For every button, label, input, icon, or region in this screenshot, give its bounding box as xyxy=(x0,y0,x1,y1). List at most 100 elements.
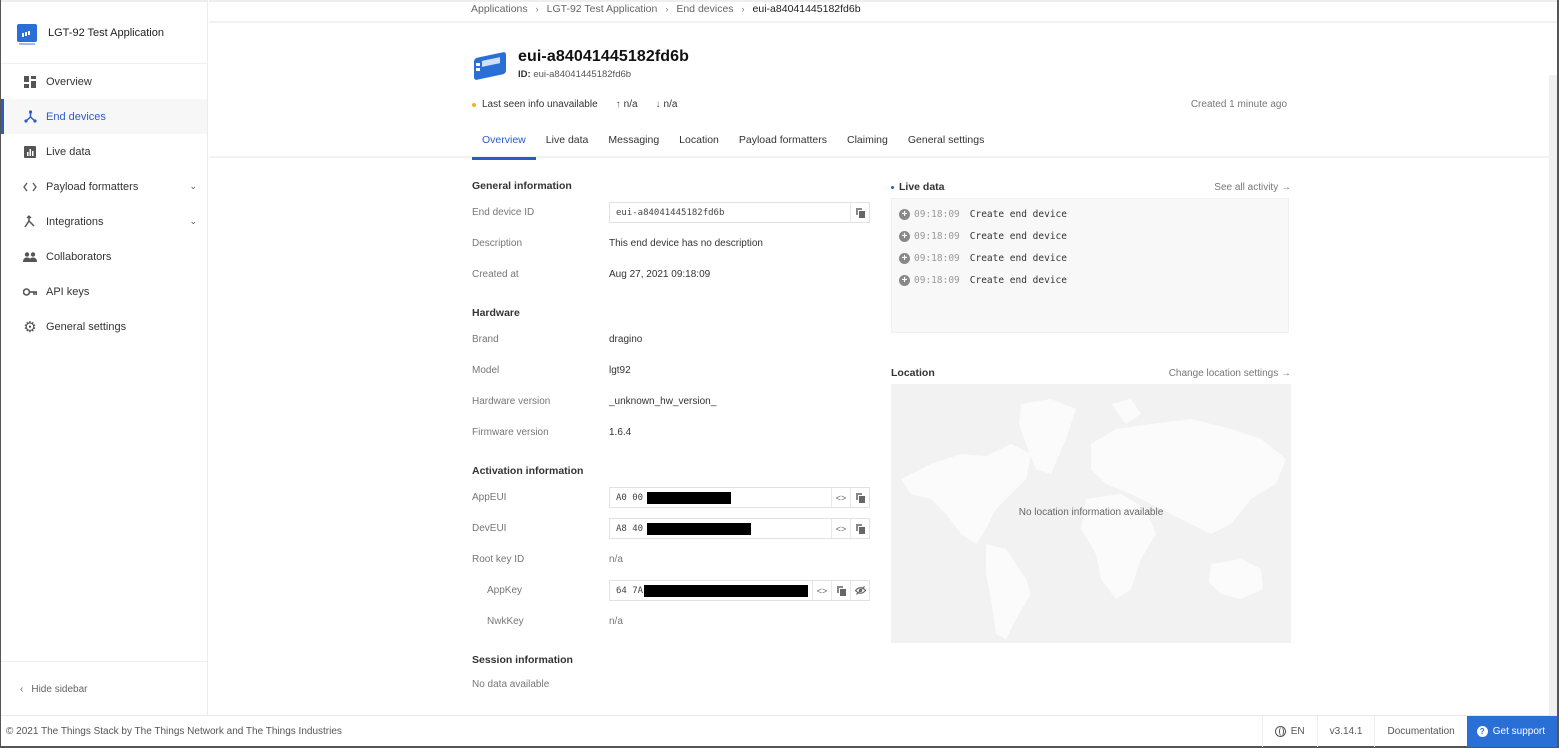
documentation-link[interactable]: Documentation xyxy=(1374,715,1466,747)
copy-button[interactable] xyxy=(850,519,869,538)
row-session: No data available xyxy=(472,671,870,697)
sidebar-item-overview[interactable]: Overview xyxy=(1,64,207,99)
device-id-label: ID: xyxy=(518,69,531,80)
model-label: Model xyxy=(472,365,500,376)
chevron-down-icon[interactable]: ⌄ xyxy=(189,216,197,227)
toggle-visibility-button[interactable] xyxy=(850,581,869,600)
app-eui-prefix: A0 00 xyxy=(616,492,644,503)
nwk-key-label: NwkKey xyxy=(487,616,524,627)
event-description: Create end device xyxy=(969,252,1067,264)
event-time: 09:18:09 xyxy=(914,208,960,220)
row-nwk-key: NwkKey n/a xyxy=(472,606,870,637)
list-item[interactable]: + 09:18:09 Create end device xyxy=(892,269,1288,291)
sidebar-item-api-keys[interactable]: API keys xyxy=(1,274,207,309)
copy-button[interactable] xyxy=(850,488,869,507)
gear-icon: ⚙ xyxy=(23,318,37,336)
copyright: © 2021 The Things Stack by The Things Ne… xyxy=(6,725,342,737)
tab-general-settings[interactable]: General settings xyxy=(898,128,994,158)
event-time: 09:18:09 xyxy=(914,252,960,264)
firmware-version-value: 1.6.4 xyxy=(609,427,632,438)
copy-button[interactable] xyxy=(850,203,869,222)
plus-circle-icon: + xyxy=(899,274,910,286)
copy-icon xyxy=(856,493,865,503)
redacted-block xyxy=(644,584,809,597)
app-key-value[interactable]: 64 7A xyxy=(610,584,812,597)
live-data-panel: Live data See all activity → + 09:18:09 … xyxy=(891,178,1291,333)
list-item[interactable]: + 09:18:09 Create end device xyxy=(892,203,1288,225)
device-title: eui-a84041445182fd6b xyxy=(518,48,689,65)
dev-eui-value[interactable]: A8 40 xyxy=(610,522,831,535)
app-eui-value[interactable]: A0 00 xyxy=(610,491,831,504)
footer: © 2021 The Things Stack by The Things Ne… xyxy=(1,715,1557,747)
row-dev-eui: DevEUI A8 40 <> xyxy=(472,513,870,544)
sidebar-item-end-devices[interactable]: End devices xyxy=(1,99,207,134)
see-all-activity-link[interactable]: See all activity → xyxy=(1214,182,1291,193)
scrollbar[interactable] xyxy=(1549,75,1557,715)
sidebar-item-integrations[interactable]: Integrations ⌄ xyxy=(1,204,207,239)
plus-circle-icon: + xyxy=(899,208,910,220)
tab-payload-formatters[interactable]: Payload formatters xyxy=(729,128,837,158)
breadcrumb-applications[interactable]: Applications xyxy=(471,3,528,15)
toggle-format-button[interactable]: <> xyxy=(831,519,850,538)
get-support-button[interactable]: ? Get support xyxy=(1466,715,1557,747)
chevron-left-icon: ‹ xyxy=(20,683,24,695)
device-id-line: ID: eui-a84041445182fd6b xyxy=(518,69,689,80)
copy-icon xyxy=(856,208,865,218)
uplink-count: n/a xyxy=(623,99,638,110)
end-device-id-value[interactable]: eui-a84041445182fd6b xyxy=(610,208,850,218)
language-selector[interactable]: EN xyxy=(1261,715,1317,747)
hide-sidebar-label: Hide sidebar xyxy=(31,683,88,695)
copy-button[interactable] xyxy=(831,581,850,600)
app-key-field: 64 7A <> xyxy=(609,580,870,601)
tab-claiming[interactable]: Claiming xyxy=(837,128,898,158)
event-description: Create end device xyxy=(969,230,1067,242)
sidebar-item-label: Payload formatters xyxy=(46,180,139,193)
tab-overview[interactable]: Overview xyxy=(472,128,536,160)
last-seen: Last seen info unavailable xyxy=(482,99,598,110)
sidebar-header[interactable]: LGT-92 Test Application xyxy=(1,0,207,64)
section-title-general: General information xyxy=(472,180,572,192)
list-item[interactable]: + 09:18:09 Create end device xyxy=(892,225,1288,247)
section-title-session: Session information xyxy=(472,654,573,666)
model-value: lgt92 xyxy=(609,365,631,376)
toggle-format-button[interactable]: <> xyxy=(831,488,850,507)
sidebar-item-payload-formatters[interactable]: Payload formatters ⌄ xyxy=(1,169,207,204)
sidebar-item-label: General settings xyxy=(46,320,127,333)
downlink-arrow-icon: ↓ xyxy=(655,99,661,110)
version: v3.14.1 xyxy=(1316,715,1375,747)
sidebar-item-general-settings[interactable]: ⚙ General settings xyxy=(1,309,207,344)
app-eui-field: A0 00 <> xyxy=(609,487,870,508)
sidebar-item-live-data[interactable]: Live data xyxy=(1,134,207,169)
list-item[interactable]: + 09:18:09 Create end device xyxy=(892,247,1288,269)
breadcrumb-end-devices[interactable]: End devices xyxy=(676,3,733,15)
row-model: Model lgt92 xyxy=(472,355,870,386)
sidebar-item-collaborators[interactable]: Collaborators xyxy=(1,239,207,274)
dev-eui-prefix: A8 40 xyxy=(616,523,644,534)
hide-sidebar-button[interactable]: ‹ Hide sidebar xyxy=(1,661,207,716)
toggle-format-button[interactable]: <> xyxy=(812,581,831,600)
breadcrumb-application[interactable]: LGT-92 Test Application xyxy=(547,3,658,15)
row-description: Description This end device has no descr… xyxy=(472,228,870,259)
event-time: 09:18:09 xyxy=(914,230,960,242)
sidebar-item-label: API keys xyxy=(46,285,90,298)
sidebar-item-label: Live data xyxy=(46,145,91,158)
plus-circle-icon: + xyxy=(899,230,910,242)
sidebar: LGT-92 Test Application Overview End dev… xyxy=(1,0,208,716)
row-root-key-id: Root key ID n/a xyxy=(472,544,870,575)
chart-icon xyxy=(23,145,37,159)
row-created-at: Created at Aug 27, 2021 09:18:09 xyxy=(472,259,870,290)
sidebar-item-label: Collaborators xyxy=(46,250,112,263)
row-firmware-version: Firmware version 1.6.4 xyxy=(472,417,870,448)
row-app-key: AppKey 64 7A <> xyxy=(472,575,870,606)
nwk-key-value: n/a xyxy=(609,616,623,627)
globe-icon xyxy=(1274,725,1286,737)
chevron-down-icon[interactable]: ⌄ xyxy=(189,181,197,192)
get-support-label: Get support xyxy=(1492,725,1545,737)
tab-location[interactable]: Location xyxy=(669,128,729,158)
chevron-right-icon: › xyxy=(741,4,745,14)
event-description: Create end device xyxy=(969,208,1067,220)
tab-live-data[interactable]: Live data xyxy=(536,128,599,158)
code-icon: <> xyxy=(835,492,847,503)
change-location-link[interactable]: Change location settings → xyxy=(1169,368,1291,379)
tab-messaging[interactable]: Messaging xyxy=(598,128,669,158)
